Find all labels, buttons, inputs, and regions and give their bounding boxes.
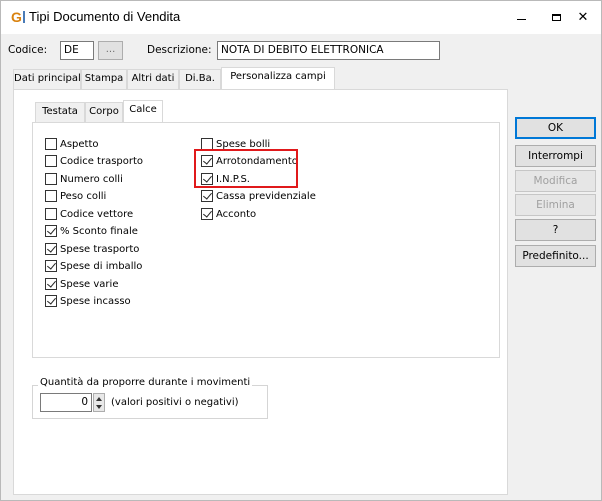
checkbox-label: Spese bolli	[216, 138, 271, 150]
checkbox-cassa-previdenziale[interactable]: Cassa previdenziale	[201, 188, 316, 204]
tab-personalizza-campi[interactable]: Personalizza campi	[221, 67, 335, 89]
checkbox-box[interactable]	[45, 295, 57, 307]
checkbox-aspetto[interactable]: Aspetto	[45, 136, 99, 152]
help-button[interactable]: ?	[515, 219, 596, 241]
checkbox-sconto-finale[interactable]: % Sconto finale	[45, 223, 138, 239]
checkbox-acconto[interactable]: Acconto	[201, 206, 256, 222]
checkbox-label: Aspetto	[60, 138, 99, 150]
quantity-hint: (valori positivi o negativi)	[111, 397, 239, 408]
tab-altri-dati[interactable]: Altri dati	[127, 69, 179, 89]
checkbox-spese-varie[interactable]: Spese varie	[45, 276, 118, 292]
codice-lookup-button[interactable]: ...	[98, 41, 123, 60]
dialog-window: G Tipi Documento di Vendita ✕ Codice: DE…	[0, 0, 602, 501]
checkbox-codice-vettore[interactable]: Codice vettore	[45, 206, 133, 222]
checkbox-label: Numero colli	[60, 173, 123, 185]
minimize-icon	[516, 19, 526, 20]
checkbox-box[interactable]	[45, 138, 57, 150]
window-title: Tipi Documento di Vendita	[29, 9, 181, 24]
codice-label: Codice:	[8, 44, 48, 56]
tab-testata[interactable]: Testata	[35, 102, 85, 122]
checkbox-label: Codice vettore	[60, 208, 134, 220]
checkbox-label: Spese incasso	[60, 295, 131, 307]
checkbox-box[interactable]	[45, 155, 57, 167]
title-bar: G Tipi Documento di Vendita ✕	[1, 1, 601, 34]
tab-diba[interactable]: Di.Ba.	[179, 69, 221, 89]
checkbox-box[interactable]	[45, 278, 57, 290]
checkbox-label: Spese di imballo	[60, 260, 143, 272]
close-button[interactable]: ✕	[563, 1, 602, 34]
sub-tabstrip: Testata Corpo Calce	[29, 100, 329, 122]
ok-button[interactable]: OK	[515, 117, 596, 139]
checkbox-box[interactable]	[45, 225, 57, 237]
checkbox-box[interactable]	[201, 208, 213, 220]
checkbox-box[interactable]	[45, 173, 57, 185]
checkbox-label: Acconto	[216, 208, 257, 220]
checkbox-label: Peso colli	[60, 190, 107, 202]
chevron-down-icon[interactable]	[96, 405, 102, 409]
interrompi-button[interactable]: Interrompi	[515, 145, 596, 167]
tab-calce[interactable]: Calce	[123, 100, 163, 122]
checkbox-label: % Sconto finale	[60, 225, 138, 237]
checkbox-label: Cassa previdenziale	[216, 190, 316, 202]
main-tabstrip: Dati principali Stampa Altri dati Di.Ba.…	[9, 67, 509, 89]
checkbox-spese-imballo[interactable]: Spese di imballo	[45, 258, 142, 274]
highlight-box	[194, 149, 298, 188]
tab-corpo[interactable]: Corpo	[85, 102, 123, 122]
app-logo-icon: G	[11, 9, 27, 25]
checkbox-box[interactable]	[45, 208, 57, 220]
quantity-input[interactable]: 0	[40, 393, 92, 412]
checkbox-box[interactable]	[45, 243, 57, 255]
modifica-button[interactable]: Modifica	[515, 170, 596, 192]
checkbox-spese-trasporto[interactable]: Spese trasporto	[45, 241, 139, 257]
codice-input[interactable]: DE	[60, 41, 94, 60]
quantity-group-title: Quantità da proporre durante i movimenti	[38, 377, 253, 388]
minimize-button[interactable]	[501, 1, 541, 34]
checkbox-codice-trasporto[interactable]: Codice trasporto	[45, 153, 143, 169]
predefinito-button[interactable]: Predefinito...	[515, 245, 596, 267]
checkbox-label: Codice trasporto	[60, 155, 144, 167]
descrizione-label: Descrizione:	[147, 44, 212, 56]
checkbox-box[interactable]	[45, 260, 57, 272]
checkbox-spese-incasso[interactable]: Spese incasso	[45, 293, 131, 309]
checkbox-box[interactable]	[201, 190, 213, 202]
maximize-icon	[551, 14, 561, 21]
tab-stampa[interactable]: Stampa	[81, 69, 127, 89]
checkbox-box[interactable]	[45, 190, 57, 202]
descrizione-input[interactable]: NOTA DI DEBITO ELETTRONICA	[217, 41, 440, 60]
elimina-button[interactable]: Elimina	[515, 194, 596, 216]
checkbox-label: Spese trasporto	[60, 243, 140, 255]
close-icon: ✕	[577, 10, 589, 25]
tab-dati-principali[interactable]: Dati principali	[13, 69, 84, 89]
quantity-stepper[interactable]	[93, 393, 105, 412]
checkbox-label: Spese varie	[60, 278, 119, 290]
chevron-up-icon[interactable]	[96, 397, 102, 401]
checkbox-numero-colli[interactable]: Numero colli	[45, 171, 123, 187]
checkbox-peso-colli[interactable]: Peso colli	[45, 188, 106, 204]
